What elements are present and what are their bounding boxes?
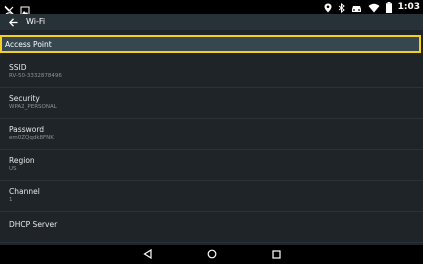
settings-content: Access Point SSID RV-50-3332878496 Secur… bbox=[0, 30, 423, 245]
setting-ssid[interactable]: SSID RV-50-3332878496 bbox=[0, 57, 423, 88]
app-bar: Wi-Fi bbox=[0, 14, 423, 30]
setting-region[interactable]: Region US bbox=[0, 150, 423, 181]
access-point-section-header: Access Point bbox=[0, 35, 421, 53]
setting-title: Channel bbox=[9, 187, 40, 196]
arrow-back-icon[interactable] bbox=[7, 16, 19, 28]
home-circle-icon[interactable] bbox=[206, 248, 218, 260]
page-title: Wi-Fi bbox=[26, 17, 46, 26]
setting-title: Security bbox=[9, 94, 40, 103]
settings-list: SSID RV-50-3332878496 Security WPA2_PERS… bbox=[0, 57, 423, 243]
setting-value: 1 bbox=[9, 197, 13, 203]
setting-value: RV-50-3332878496 bbox=[9, 73, 62, 79]
setting-title: Password bbox=[9, 125, 45, 134]
setting-title: SSID bbox=[9, 63, 27, 72]
setting-title: Region bbox=[9, 156, 35, 165]
back-triangle-icon[interactable] bbox=[141, 248, 153, 260]
setting-password[interactable]: Password em0ZQqdk8FNK bbox=[0, 119, 423, 150]
status-right-icons: 1:03 bbox=[324, 0, 420, 14]
status-bar: 1:03 bbox=[0, 0, 423, 16]
setting-title: DHCP Server bbox=[9, 220, 58, 229]
status-time: 1:03 bbox=[397, 2, 420, 12]
navigation-bar bbox=[0, 245, 423, 264]
recents-square-icon[interactable] bbox=[270, 248, 282, 260]
section-label: Access Point bbox=[5, 40, 52, 49]
setting-value: em0ZQqdk8FNK bbox=[9, 135, 54, 141]
setting-value: WPA2_PERSONAL bbox=[9, 104, 57, 110]
setting-value: US bbox=[9, 166, 17, 172]
setting-channel[interactable]: Channel 1 bbox=[0, 181, 423, 212]
setting-security[interactable]: Security WPA2_PERSONAL bbox=[0, 88, 423, 119]
setting-dhcp-server[interactable]: DHCP Server bbox=[0, 212, 423, 243]
